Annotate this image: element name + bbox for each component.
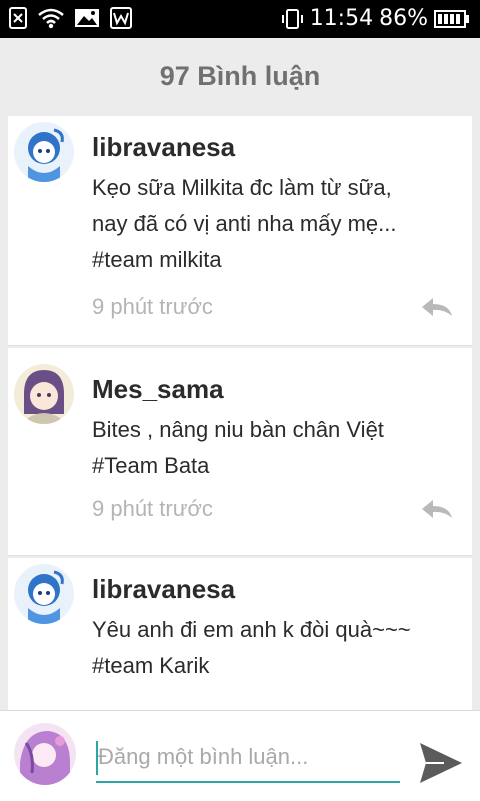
- comment-line: nay đã có vị anti nha mấy mẹ...: [92, 211, 397, 236]
- comment-item[interactable]: libravanesa Kẹo sữa Milkita đc làm từ sữ…: [8, 116, 472, 346]
- status-time: 11:54: [309, 6, 374, 31]
- comment-username[interactable]: libravanesa: [92, 574, 235, 605]
- comment-item[interactable]: Mes_sama Bites , nâng niu bàn chân Việt …: [8, 348, 472, 556]
- comment-item[interactable]: libravanesa Yêu anh đi em anh k đòi quà~…: [8, 558, 472, 710]
- comment-line: Yêu anh đi em anh k đòi quà~~~: [92, 617, 411, 642]
- comment-line: Bites , nâng niu bàn chân Việt: [92, 417, 384, 442]
- status-bar: 11:54 86%: [0, 0, 480, 38]
- avatar[interactable]: [14, 564, 74, 624]
- battery-icon: [434, 10, 469, 28]
- comment-username[interactable]: Mes_sama: [92, 374, 224, 405]
- comment-text: Yêu anh đi em anh k đòi quà~~~ #team Kar…: [92, 612, 462, 684]
- sim-missing-icon: [9, 7, 27, 29]
- comments-header: 97 Bình luận: [0, 38, 480, 114]
- comment-timestamp: 9 phút trước: [92, 294, 213, 319]
- comment-input[interactable]: [96, 733, 400, 783]
- comment-line: #team milkita: [92, 247, 222, 272]
- comment-composer: [0, 710, 480, 801]
- status-bar-left-icons: [8, 7, 132, 29]
- current-user-avatar: [14, 723, 76, 785]
- comment-text: Kẹo sữa Milkita đc làm từ sữa, nay đã có…: [92, 170, 462, 278]
- avatar[interactable]: [14, 364, 74, 424]
- comment-list[interactable]: libravanesa Kẹo sữa Milkita đc làm từ sữ…: [8, 116, 472, 710]
- phone-vibrate-icon: [281, 9, 303, 29]
- send-icon[interactable]: [418, 741, 464, 785]
- comment-line: #Team Bata: [92, 453, 210, 478]
- avatar[interactable]: [14, 122, 74, 182]
- comment-username[interactable]: libravanesa: [92, 132, 235, 163]
- reply-icon[interactable]: [420, 296, 454, 318]
- text-caret: [96, 741, 98, 775]
- page-title: 97 Bình luận: [159, 61, 321, 91]
- status-bar-right: 11:54 86%: [280, 4, 470, 34]
- app-w-icon: [110, 7, 132, 29]
- comment-line: Kẹo sữa Milkita đc làm từ sữa,: [92, 175, 392, 200]
- comment-text: Bites , nâng niu bàn chân Việt #Team Bat…: [92, 412, 462, 484]
- battery-percent: 86%: [379, 6, 428, 31]
- gallery-icon: [75, 9, 99, 27]
- comment-timestamp: 9 phút trước: [92, 496, 213, 521]
- reply-icon[interactable]: [420, 498, 454, 520]
- wifi-icon: [38, 8, 64, 29]
- comment-line: #team Karik: [92, 653, 210, 678]
